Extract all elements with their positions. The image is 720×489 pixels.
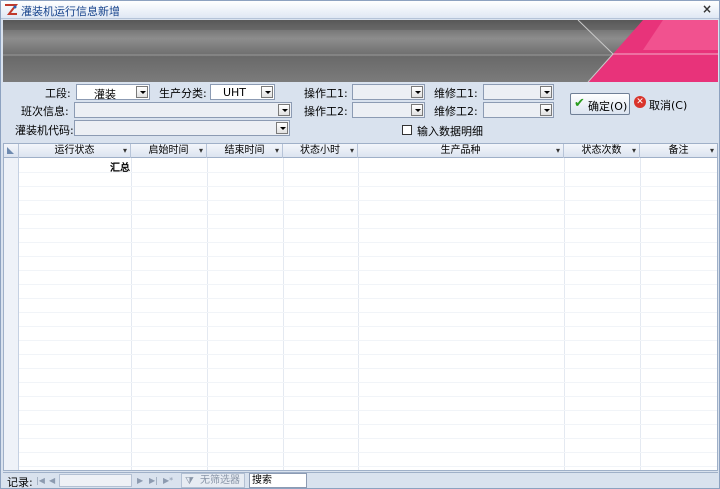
grid-row-line (19, 368, 717, 369)
shift-select[interactable] (74, 102, 292, 118)
filler-code-label: 灌装机代码: (15, 124, 74, 137)
column-header[interactable]: 生产品种 ▾ (358, 144, 564, 158)
column-header[interactable]: 备注 ▾ (640, 144, 717, 158)
no-filter-button[interactable]: ⧩ 无筛选器 (181, 473, 245, 488)
grid-row-line (19, 256, 717, 257)
category-select[interactable]: UHT (210, 84, 275, 100)
shift-label: 班次信息: (21, 105, 69, 118)
grid-row-line (19, 186, 717, 187)
banner-decoration (3, 20, 718, 82)
chevron-down-icon[interactable] (276, 122, 288, 134)
repairer1-select[interactable] (483, 84, 554, 100)
column-header[interactable]: 状态小时 ▾ (283, 144, 358, 158)
chevron-down-icon[interactable] (261, 86, 273, 98)
data-grid[interactable]: 运行状态 ▾ 启始时间 ▾ 结束时间 ▾ 状态小时 ▾ 生产品种 ▾ 状态次数 ▾ 备注 ▾ … (3, 143, 718, 471)
dropdown-arrow-icon: ▾ (349, 146, 354, 155)
app-logo-icon (5, 4, 18, 15)
repairer2-label: 维修工2: (434, 105, 478, 118)
grid-row-line (19, 452, 717, 453)
column-header[interactable]: 状态次数 ▾ (564, 144, 640, 158)
grid-header: 运行状态 ▾ 启始时间 ▾ 结束时间 ▾ 状态小时 ▾ 生产品种 ▾ 状态次数 ▾ 备注 ▾ (4, 144, 717, 158)
entry-form: 工段: 灌装 生产分类: UHT 操作工1: 维修工1: 班次信息: 操作工2: (3, 83, 718, 143)
grid-row-line (19, 396, 717, 397)
next-record-icon[interactable]: ▶ (137, 476, 143, 485)
row-selector-column[interactable] (4, 158, 19, 470)
dropdown-arrow-icon: ▾ (122, 146, 127, 155)
last-record-icon[interactable]: ▶| (149, 476, 158, 485)
grid-row-line (19, 354, 717, 355)
header-banner (3, 20, 718, 82)
window-title: 灌装机运行信息新增 (21, 5, 120, 18)
grid-row-line (19, 270, 717, 271)
record-label: 记录: (7, 476, 33, 489)
grid-row-line (19, 410, 717, 411)
cancel-icon: ✕ (634, 96, 646, 108)
chevron-down-icon[interactable] (136, 86, 148, 98)
grid-row-line (19, 284, 717, 285)
ok-button[interactable]: ✔ 确定(O) (570, 93, 630, 115)
column-header[interactable]: 结束时间 ▾ (207, 144, 283, 158)
grid-row-line (19, 438, 717, 439)
chevron-down-icon[interactable] (278, 104, 290, 116)
dropdown-arrow-icon: ▾ (555, 146, 560, 155)
dropdown-arrow-icon: ▾ (274, 146, 279, 155)
title-bar: 灌装机运行信息新增 × (1, 1, 719, 19)
grid-row-line (19, 228, 717, 229)
previous-record-icon[interactable]: ◀ (49, 476, 55, 485)
operator2-select[interactable] (352, 102, 425, 118)
grid-row-line (19, 340, 717, 341)
grid-row-line (19, 298, 717, 299)
dialog-window: 灌装机运行信息新增 × 工段: 灌装 生产分类: UHT 操作工1: 维修工1:… (0, 0, 720, 489)
record-navigator: 记录: |◀ ◀ ▶ ▶| ▶* ⧩ 无筛选器 搜索 (3, 472, 718, 489)
grid-row-line (19, 382, 717, 383)
grid-row-line (19, 466, 717, 467)
filter-icon: ⧩ (185, 476, 194, 487)
section-select[interactable]: 灌装 (76, 84, 150, 101)
dropdown-arrow-icon: ▾ (631, 146, 636, 155)
operator1-label: 操作工1: (304, 87, 348, 100)
repairer2-select[interactable] (483, 102, 554, 118)
category-label: 生产分类: (159, 87, 207, 100)
section-label: 工段: (45, 87, 71, 100)
detail-checkbox-label: 输入数据明细 (417, 125, 483, 138)
detail-checkbox[interactable] (402, 125, 412, 135)
repairer1-label: 维修工1: (434, 87, 478, 100)
new-record-icon[interactable]: ▶* (163, 476, 173, 485)
chevron-down-icon[interactable] (540, 104, 552, 116)
chevron-down-icon[interactable] (540, 86, 552, 98)
dropdown-arrow-icon: ▾ (709, 146, 714, 155)
checkmark-icon: ✔ (574, 96, 585, 111)
grid-row-line (19, 200, 717, 201)
operator1-select[interactable] (352, 84, 425, 100)
grid-row-line (19, 214, 717, 215)
chevron-down-icon[interactable] (411, 104, 423, 116)
summary-cell: 汇总 (110, 163, 130, 174)
grid-row-line (19, 242, 717, 243)
cancel-button[interactable]: ✕ 取消(C) (633, 93, 691, 115)
grid-row-line (19, 312, 717, 313)
operator2-label: 操作工2: (304, 105, 348, 118)
grid-row-line (19, 424, 717, 425)
close-button[interactable]: × (700, 2, 714, 16)
search-input[interactable]: 搜索 (249, 473, 307, 488)
chevron-down-icon[interactable] (411, 86, 423, 98)
grid-row-line (19, 326, 717, 327)
dropdown-arrow-icon: ▾ (198, 146, 203, 155)
first-record-icon[interactable]: |◀ (36, 476, 45, 485)
column-header[interactable]: 启始时间 ▾ (131, 144, 207, 158)
column-header[interactable]: 运行状态 ▾ (19, 144, 131, 158)
select-all-corner-icon[interactable] (4, 144, 19, 158)
record-position-input[interactable] (59, 474, 132, 487)
filler-code-select[interactable] (74, 120, 290, 136)
